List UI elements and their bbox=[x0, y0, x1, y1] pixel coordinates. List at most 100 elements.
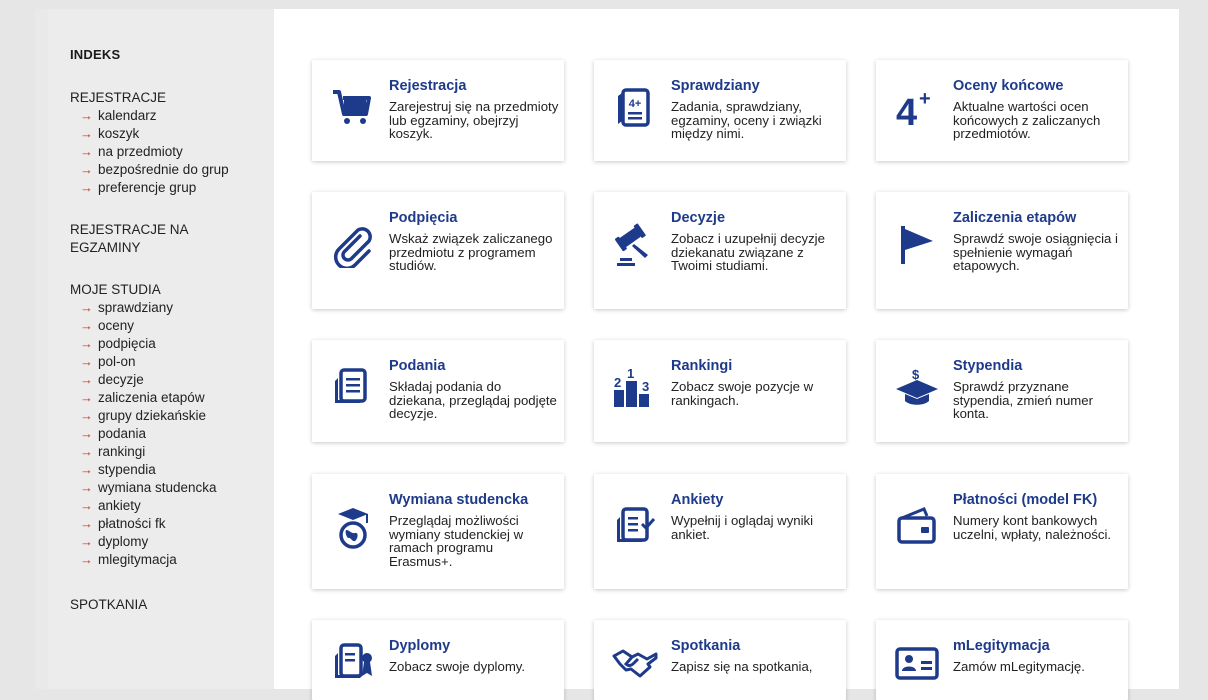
tile-title[interactable]: Sprawdziany bbox=[671, 78, 760, 94]
tile-description: Sprawdź przyznane stypendia, zmień numer… bbox=[953, 379, 1094, 421]
tile-wymiana-studencka[interactable]: Wymiana studencka Przeglądaj możliwości w… bbox=[312, 474, 564, 589]
tile-description: Zamów mLegitymację. bbox=[953, 659, 1085, 674]
sidebar-item-wymiana-studencka[interactable]: → wymiana studencka bbox=[80, 479, 217, 497]
tile-title[interactable]: Wymiana studencka bbox=[389, 492, 528, 508]
sidebar-item-dyplomy[interactable]: → dyplomy bbox=[80, 533, 217, 551]
sidebar-item-label: oceny bbox=[98, 318, 135, 333]
tile-title[interactable]: Spotkania bbox=[671, 638, 740, 654]
sidebar-item-zaliczenia-etapów[interactable]: → zaliczenia etapów bbox=[80, 389, 217, 407]
tile-title[interactable]: Dyplomy bbox=[389, 638, 450, 654]
tile-mlegitymacja[interactable]: mLegitymacja Zamów mLegitymację. bbox=[876, 620, 1128, 700]
tile-decyzje[interactable]: Decyzje Zobacz i uzupełnij decyzje dzieka… bbox=[594, 192, 846, 309]
tile-title[interactable]: Płatności (model FK) bbox=[953, 492, 1097, 508]
tile-stypendia[interactable]: $ Stypendia Sprawdź przyznane stypendia, z… bbox=[876, 340, 1128, 442]
tile-title[interactable]: Zaliczenia etapów bbox=[953, 210, 1076, 226]
tile-title[interactable]: Oceny końcowe bbox=[953, 78, 1063, 94]
sidebar-item-podpięcia[interactable]: → podpięcia bbox=[80, 335, 217, 353]
sidebar-item-label: decyzje bbox=[98, 372, 144, 387]
arrow-right-icon: → bbox=[80, 162, 93, 177]
sidebar-item-label: stypendia bbox=[98, 462, 156, 477]
tile-spotkania[interactable]: Spotkania Zapisz się na spotkania, bbox=[594, 620, 846, 700]
tile-description: Aktualne wartości ocen końcowych z zalic… bbox=[953, 99, 1101, 141]
tile-oceny-końcowe[interactable]: 4 + Oceny końcowe Aktualne wartości ocen ko… bbox=[876, 60, 1128, 161]
sidebar-item-rankingi[interactable]: → rankingi bbox=[80, 443, 217, 461]
sidebar-heading-spotkania[interactable]: SPOTKANIA bbox=[70, 596, 220, 614]
sidebar-item-label: rankingi bbox=[98, 444, 146, 459]
arrow-right-icon: → bbox=[80, 498, 93, 513]
gavel-icon bbox=[612, 222, 658, 268]
arrow-right-icon: → bbox=[80, 336, 93, 351]
tile-title[interactable]: Podania bbox=[389, 358, 445, 374]
sidebar-item-kalendarz[interactable]: → kalendarz bbox=[80, 107, 229, 125]
arrow-right-icon: → bbox=[80, 516, 93, 531]
svg-text:+: + bbox=[919, 88, 931, 110]
tile-zaliczenia-etapów[interactable]: Zaliczenia etapów Sprawdź swoje osiągnięc… bbox=[876, 192, 1128, 309]
svg-text:1: 1 bbox=[627, 366, 634, 381]
tile-description: Zapisz się na spotkania, bbox=[671, 659, 813, 674]
sidebar-item-label: zaliczenia etapów bbox=[98, 390, 205, 405]
sidebar-item-płatności-fk[interactable]: → płatności fk bbox=[80, 515, 217, 533]
sidebar-item-ankiety[interactable]: → ankiety bbox=[80, 497, 217, 515]
survey-icon bbox=[612, 504, 658, 550]
sidebar-indeks-heading[interactable]: INDEKS bbox=[70, 47, 120, 62]
sidebar-item-koszyk[interactable]: → koszyk bbox=[80, 125, 229, 143]
svg-text:$: $ bbox=[912, 367, 920, 382]
sidebar-item-label: koszyk bbox=[98, 126, 140, 141]
tile-description: Przeglądaj możliwości wymiany studenckie… bbox=[389, 513, 524, 569]
sidebar-item-decyzje[interactable]: → decyzje bbox=[80, 371, 217, 389]
sidebar-item-podania[interactable]: → podania bbox=[80, 425, 217, 443]
tile-płatności-model-fk[interactable]: Płatności (model FK) Numery kont bankowyc… bbox=[876, 474, 1128, 589]
tile-title[interactable]: Stypendia bbox=[953, 358, 1022, 374]
sidebar-item-label: mlegitymacja bbox=[98, 552, 177, 567]
tile-description: Sprawdź swoje osiągnięcia i spełnienie w… bbox=[953, 231, 1118, 273]
sidebar-item-stypendia[interactable]: → stypendia bbox=[80, 461, 217, 479]
id-card-icon bbox=[894, 640, 940, 686]
sidebar-item-preferencje-grup[interactable]: → preferencje grup bbox=[80, 179, 229, 197]
sidebar-item-label: preferencje grup bbox=[98, 180, 197, 195]
grade-4plus-icon: 4 + bbox=[894, 85, 940, 131]
svg-text:3: 3 bbox=[642, 379, 649, 394]
tile-description: Numery kont bankowych uczelni, wpłaty, n… bbox=[953, 513, 1112, 542]
tile-ankiety[interactable]: Ankiety Wypełnij i oglądaj wyniki ankiet. bbox=[594, 474, 846, 589]
cart-icon bbox=[330, 85, 376, 131]
sidebar-item-label: pol-on bbox=[98, 354, 136, 369]
sidebar-list-0: → kalendarz → koszyk → na przedmioty → bezpośre… bbox=[80, 107, 229, 197]
sidebar-item-mlegitymacja[interactable]: → mlegitymacja bbox=[80, 551, 217, 569]
tile-title[interactable]: Rejestracja bbox=[389, 78, 466, 94]
tile-title[interactable]: Rankingi bbox=[671, 358, 732, 374]
sidebar-heading-rejestracje-na-egzaminy[interactable]: REJESTRACJE NA EGZAMINY bbox=[70, 221, 220, 257]
arrow-right-icon: → bbox=[80, 426, 93, 441]
svg-text:4+: 4+ bbox=[629, 98, 642, 110]
tile-sprawdziany[interactable]: 4+ Sprawdziany Zadania, sprawdziany, egzam… bbox=[594, 60, 846, 161]
tile-title[interactable]: Ankiety bbox=[671, 492, 723, 508]
sidebar-item-pol-on[interactable]: → pol-on bbox=[80, 353, 217, 371]
tile-rejestracja[interactable]: Rejestracja Zarejestruj się na przedmioty… bbox=[312, 60, 564, 161]
handshake-icon bbox=[612, 640, 658, 686]
sidebar-item-bezpośrednie-do-grup[interactable]: → bezpośrednie do grup bbox=[80, 161, 229, 179]
svg-text:2: 2 bbox=[614, 375, 621, 390]
arrow-right-icon: → bbox=[80, 108, 93, 123]
sidebar-item-grupy-dziekańskie[interactable]: → grupy dziekańskie bbox=[80, 407, 217, 425]
sidebar-heading-rejestracje[interactable]: REJESTRACJE bbox=[70, 89, 220, 107]
tile-dyplomy[interactable]: Dyplomy Zobacz swoje dyplomy. bbox=[312, 620, 564, 700]
tile-podania[interactable]: Podania Składaj podania do dziekana, prze… bbox=[312, 340, 564, 442]
tile-title[interactable]: Decyzje bbox=[671, 210, 725, 226]
paperclip-icon bbox=[330, 222, 376, 268]
sidebar-item-label: wymiana studencka bbox=[98, 480, 217, 495]
sidebar-heading-moje-studia[interactable]: MOJE STUDIA bbox=[70, 281, 220, 299]
arrow-right-icon: → bbox=[80, 180, 93, 195]
arrow-right-icon: → bbox=[80, 480, 93, 495]
sidebar-item-sprawdziany[interactable]: → sprawdziany bbox=[80, 299, 217, 317]
tile-rankingi[interactable]: 1 2 3 Rankingi Zobacz swoje pozycje w rankin… bbox=[594, 340, 846, 442]
flag-icon bbox=[894, 222, 940, 268]
sidebar-item-label: ankiety bbox=[98, 498, 141, 513]
tile-podpięcia[interactable]: Podpięcia Wskaż związek zaliczanego przed… bbox=[312, 192, 564, 309]
sidebar-item-oceny[interactable]: → oceny bbox=[80, 317, 217, 335]
tile-title[interactable]: mLegitymacja bbox=[953, 638, 1050, 654]
scholarship-cap-icon: $ bbox=[894, 365, 940, 411]
tile-description: Zobacz i uzupełnij decyzje dziekanatu zw… bbox=[671, 231, 825, 273]
arrow-right-icon: → bbox=[80, 408, 93, 423]
arrow-right-icon: → bbox=[80, 300, 93, 315]
sidebar-item-na-przedmioty[interactable]: → na przedmioty bbox=[80, 143, 229, 161]
tile-title[interactable]: Podpięcia bbox=[389, 210, 458, 226]
